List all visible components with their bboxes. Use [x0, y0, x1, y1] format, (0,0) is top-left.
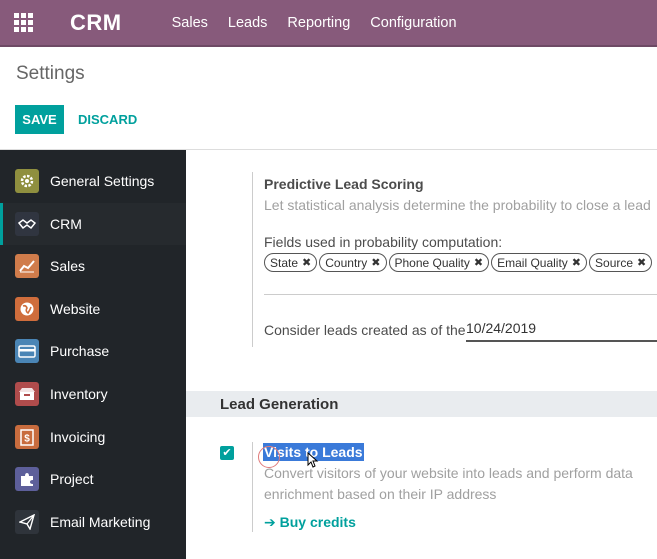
date-label: Consider leads created as of the	[264, 322, 466, 338]
control-panel: Settings SAVE DISCARD	[0, 47, 657, 150]
visits-to-leads-checkbox[interactable]: ✔	[220, 446, 234, 460]
main-menu: Sales Leads Reporting Configuration	[172, 15, 477, 31]
menu-reporting[interactable]: Reporting	[287, 15, 350, 31]
remove-tag-icon[interactable]: ✖	[371, 256, 380, 269]
predictive-lead-scoring-title: Predictive Lead Scoring	[264, 176, 424, 192]
sidebar-item-label: Project	[50, 471, 94, 487]
arrow-right-icon: ➔	[264, 514, 276, 530]
probability-fields-label: Fields used in probability computation:	[264, 234, 503, 250]
sidebar-item-label: Invoicing	[50, 429, 106, 445]
sidebar-item-label: General Settings	[50, 173, 155, 189]
buy-credits-link[interactable]: ➔ Buy credits	[264, 514, 356, 531]
sidebar-item-invoicing[interactable]: $ Invoicing	[0, 416, 186, 458]
sidebar-item-inventory[interactable]: Inventory	[0, 373, 186, 415]
save-button[interactable]: SAVE	[15, 105, 64, 134]
puzzle-icon	[15, 467, 39, 491]
tag-country[interactable]: Country ✖	[319, 253, 387, 272]
settings-sidebar: General Settings CRM Sales Website Purch…	[0, 150, 186, 559]
visits-to-leads-description-line1: Convert visitors of your website into le…	[264, 465, 633, 481]
handshake-icon	[15, 212, 39, 236]
menu-configuration[interactable]: Configuration	[370, 15, 456, 31]
sidebar-item-label: Purchase	[50, 343, 110, 359]
remove-tag-icon[interactable]: ✖	[474, 256, 483, 269]
predictive-lead-scoring-description: Let statistical analysis determine the p…	[264, 197, 651, 213]
sidebar-item-label: Inventory	[50, 386, 108, 402]
date-input-underline	[466, 340, 657, 342]
tag-source[interactable]: Source ✖	[589, 253, 653, 272]
card-icon	[15, 339, 39, 363]
tag-phone-quality[interactable]: Phone Quality ✖	[388, 253, 490, 272]
apps-grid-icon[interactable]	[14, 12, 34, 33]
tag-email-quality[interactable]: Email Quality ✖	[491, 253, 588, 272]
tags-field-underline	[264, 294, 657, 295]
sidebar-item-general-settings[interactable]: General Settings	[0, 160, 186, 202]
svg-text:$: $	[24, 433, 30, 444]
gear-icon	[15, 169, 39, 193]
chart-icon	[15, 254, 39, 278]
date-input[interactable]: 10/24/2019	[466, 320, 536, 336]
probability-fields-tags[interactable]: State ✖ Country ✖ Phone Quality ✖ Email Qualit…	[264, 253, 657, 274]
menu-leads[interactable]: Leads	[228, 15, 268, 31]
globe-icon	[15, 297, 39, 321]
remove-tag-icon[interactable]: ✖	[572, 256, 581, 269]
sidebar-item-website[interactable]: Website	[0, 288, 186, 330]
sidebar-item-sales[interactable]: Sales	[0, 245, 186, 287]
lead-generation-header: Lead Generation	[186, 391, 657, 417]
top-navbar: CRM Sales Leads Reporting Configuration	[0, 0, 657, 45]
sidebar-item-label: Website	[50, 301, 101, 317]
menu-sales[interactable]: Sales	[172, 15, 208, 31]
lead-generation-title: Lead Generation	[220, 396, 339, 413]
remove-tag-icon[interactable]: ✖	[637, 256, 646, 269]
sidebar-item-crm[interactable]: CRM	[0, 203, 186, 245]
setting-divider	[252, 172, 253, 347]
sidebar-item-label: Sales	[50, 258, 86, 274]
box-icon	[15, 382, 39, 406]
tag-state[interactable]: State ✖	[264, 253, 318, 272]
sidebar-item-email-marketing[interactable]: Email Marketing	[0, 501, 186, 543]
discard-button[interactable]: DISCARD	[78, 105, 137, 134]
page-title: Settings	[16, 63, 85, 84]
invoice-icon: $	[15, 425, 39, 449]
sidebar-item-project[interactable]: Project	[0, 458, 186, 500]
visits-to-leads-description-line2: enrichment based on their IP address	[264, 486, 497, 502]
remove-tag-icon[interactable]: ✖	[302, 256, 311, 269]
setting-divider	[252, 442, 253, 532]
sidebar-item-label: CRM	[50, 216, 82, 232]
settings-content: Predictive Lead Scoring Let statistical …	[186, 150, 657, 559]
paper-plane-icon	[15, 510, 39, 534]
app-brand[interactable]: CRM	[70, 10, 122, 36]
sidebar-item-purchase[interactable]: Purchase	[0, 330, 186, 372]
sidebar-item-label: Email Marketing	[50, 514, 151, 530]
